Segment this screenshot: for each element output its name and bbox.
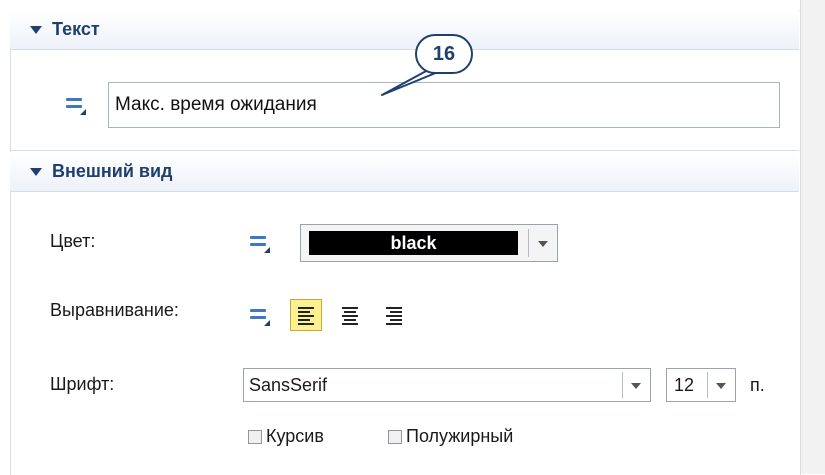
collapse-triangle-icon[interactable] — [30, 167, 42, 176]
size-unit-label: п. — [750, 375, 765, 395]
font-dropdown[interactable]: SansSerif — [243, 368, 651, 402]
dropdown-arrow-icon[interactable] — [716, 383, 726, 389]
align-left-button[interactable] — [290, 299, 322, 331]
bold-label: Полужирный — [406, 426, 514, 446]
italic-label: Курсив — [266, 426, 324, 446]
section-title-appearance: Внешний вид — [52, 161, 173, 181]
color-swatch: black — [309, 231, 518, 255]
dropdown-separator — [707, 372, 708, 398]
section-header-appearance[interactable]: Внешний вид — [10, 152, 799, 192]
dynamic-value-icon[interactable] — [250, 307, 272, 327]
dropdown-arrow-icon[interactable] — [631, 383, 641, 389]
dropdown-separator — [528, 229, 529, 257]
font-label: Шрифт: — [50, 374, 115, 394]
callout-number: 16 — [415, 34, 473, 74]
dropdown-separator — [622, 372, 623, 398]
align-center-button[interactable] — [334, 299, 366, 331]
dynamic-value-icon[interactable] — [250, 234, 272, 254]
bold-checkbox[interactable] — [388, 430, 402, 444]
section-divider — [10, 150, 799, 151]
italic-checkbox[interactable] — [248, 430, 262, 444]
color-label: Цвет: — [50, 231, 96, 251]
align-label: Выравнивание: — [50, 300, 179, 320]
dropdown-arrow-icon[interactable] — [538, 241, 548, 247]
align-right-button[interactable] — [378, 299, 410, 331]
